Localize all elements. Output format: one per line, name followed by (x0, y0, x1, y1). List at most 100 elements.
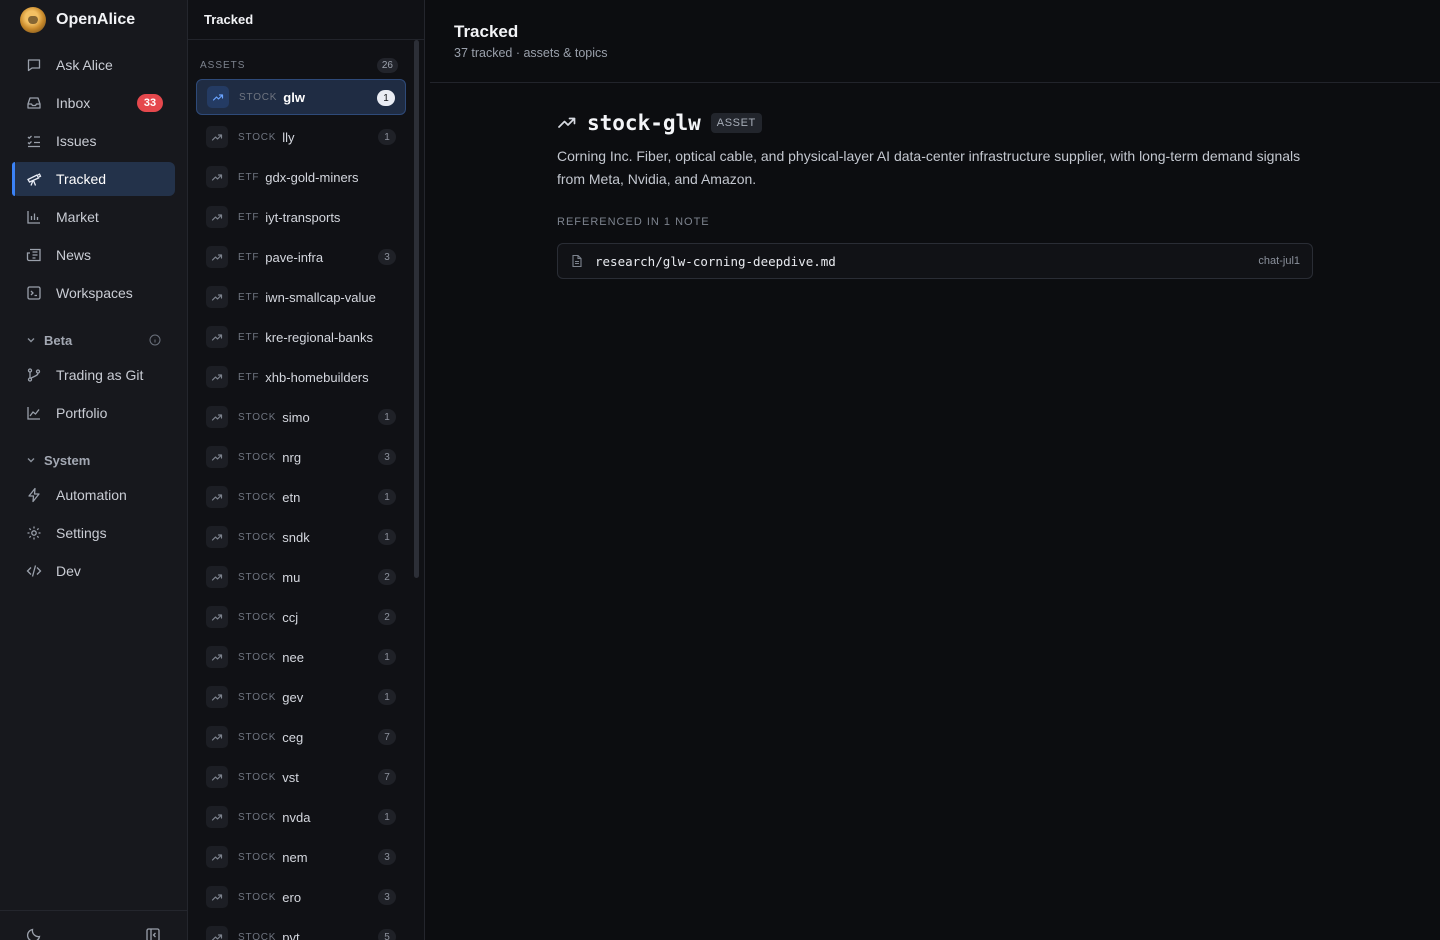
sidebar-nav: OpenAlice Ask Alice Inbox 33 Issues Trac… (0, 0, 188, 940)
note-count-badge: 7 (378, 729, 396, 745)
trending-up-icon (206, 126, 228, 148)
asset-row[interactable]: STOCK pvt 5 (196, 919, 406, 940)
nav-item-ask-alice[interactable]: Ask Alice (12, 48, 175, 82)
asset-row[interactable]: STOCK ceg 7 (196, 719, 406, 755)
asset-row[interactable]: STOCK ero 3 (196, 879, 406, 915)
nav-item-tracked[interactable]: Tracked (12, 162, 175, 196)
nav-item-label: Portfolio (56, 405, 108, 421)
asset-row[interactable]: STOCK nem 3 (196, 839, 406, 875)
asset-row[interactable]: ETF iwn-smallcap-value (196, 279, 406, 315)
nav-item-portfolio[interactable]: Portfolio (12, 396, 175, 430)
asset-kind: STOCK (238, 411, 277, 423)
asset-kind: ETF (238, 171, 260, 183)
asset-kind: STOCK (238, 571, 277, 583)
asset-symbol: ero (282, 889, 302, 905)
divider (188, 39, 424, 40)
trending-up-icon (206, 286, 228, 308)
nav-item-market[interactable]: Market (12, 200, 175, 234)
asset-symbol: nrg (282, 449, 302, 465)
asset-kind: STOCK (238, 931, 277, 940)
asset-symbol: kre-regional-banks (265, 329, 373, 345)
note-reference[interactable]: research/glw-corning-deepdive.md chat-ju… (557, 243, 1313, 279)
asset-kind: STOCK (238, 451, 277, 463)
asset-symbol: nvda (282, 809, 311, 825)
trending-up-icon (206, 246, 228, 268)
beta-section-toggle[interactable]: Beta (26, 330, 161, 350)
nav-item-label: Settings (56, 525, 107, 541)
asset-kind: STOCK (238, 731, 277, 743)
asset-kind: STOCK (239, 91, 278, 103)
list-panel-title: Tracked (204, 12, 254, 27)
nav-item-dev[interactable]: Dev (12, 554, 175, 588)
asset-row[interactable]: ETF gdx-gold-miners (196, 159, 406, 195)
chevron-down-icon (27, 458, 35, 463)
asset-row[interactable]: STOCK mu 2 (196, 559, 406, 595)
nav-item-label: Tracked (56, 171, 107, 187)
nav-item-news[interactable]: News (12, 238, 175, 272)
note-source: chat-jul1 (1258, 255, 1300, 267)
nav-item-inbox[interactable]: Inbox 33 (12, 86, 175, 120)
trending-up-icon (206, 366, 228, 388)
collapse-sidebar-icon[interactable] (145, 927, 161, 940)
asset-symbol: ceg (282, 729, 304, 745)
brand[interactable]: OpenAlice (20, 6, 135, 34)
asset-row[interactable]: STOCK vst 7 (196, 759, 406, 795)
trending-up-icon (206, 806, 228, 828)
note-count-badge: 1 (377, 90, 395, 106)
note-count-badge: 1 (378, 409, 396, 425)
asset-type-tag: ASSET (710, 113, 762, 133)
list-checks-icon (27, 135, 40, 148)
asset-row[interactable]: STOCK simo 1 (196, 399, 406, 435)
nav-item-label: Issues (56, 133, 97, 149)
nav-item-label: Automation (56, 487, 127, 503)
info-icon[interactable] (149, 334, 161, 346)
chevron-down-icon (27, 338, 35, 343)
asset-row[interactable]: STOCK gev 1 (196, 679, 406, 715)
asset-symbol: simo (282, 409, 310, 425)
list-scrollbar[interactable] (414, 40, 419, 578)
asset-row[interactable]: ETF pave-infra 3 (196, 239, 406, 275)
asset-row[interactable]: STOCK nrg 3 (196, 439, 406, 475)
moon-icon[interactable] (26, 927, 42, 940)
asset-kind: STOCK (238, 131, 277, 143)
asset-symbol: ccj (282, 609, 299, 625)
note-count-badge: 2 (378, 569, 396, 585)
asset-row[interactable]: STOCK nvda 1 (196, 799, 406, 835)
system-section-toggle[interactable]: System (26, 450, 161, 470)
asset-symbol: pvt (282, 929, 300, 940)
nav-item-issues[interactable]: Issues (12, 124, 175, 158)
note-count-badge: 2 (378, 609, 396, 625)
asset-symbol: vst (282, 769, 299, 785)
asset-row[interactable]: STOCK ccj 2 (196, 599, 406, 635)
inbox-count-badge: 33 (137, 94, 163, 112)
nav-item-workspaces[interactable]: Workspaces (12, 276, 175, 310)
file-text-icon (572, 254, 582, 268)
asset-description: Corning Inc. Fiber, optical cable, and p… (557, 148, 1301, 187)
main-content: Tracked 37 tracked · assets & topics sto… (426, 0, 1440, 940)
asset-row[interactable]: STOCK etn 1 (196, 479, 406, 515)
asset-row[interactable]: STOCK lly 1 (196, 119, 406, 155)
page-subtitle: 37 tracked · assets & topics (454, 46, 608, 60)
nav-item-label: Trading as Git (56, 367, 144, 383)
asset-row[interactable]: STOCK glw 1 (196, 79, 406, 115)
asset-row[interactable]: STOCK sndk 1 (196, 519, 406, 555)
asset-row[interactable]: ETF iyt-transports (196, 199, 406, 235)
asset-row[interactable]: STOCK nee 1 (196, 639, 406, 675)
assets-group-header: ASSETS 26 (200, 57, 398, 73)
asset-symbol: nee (282, 649, 304, 665)
nav-item-automation[interactable]: Automation (12, 478, 175, 512)
note-count-badge: 7 (378, 769, 396, 785)
divider (430, 82, 1440, 83)
asset-kind: STOCK (238, 851, 277, 863)
gear-icon (27, 526, 41, 540)
asset-symbol: xhb-homebuilders (265, 369, 369, 385)
asset-row[interactable]: ETF xhb-homebuilders (196, 359, 406, 395)
note-count-badge: 5 (378, 929, 396, 940)
nav-item-trading-as-git[interactable]: Trading as Git (12, 358, 175, 392)
nav-item-settings[interactable]: Settings (12, 516, 175, 550)
beta-section-title: Beta (44, 332, 73, 348)
trending-up-icon (207, 86, 229, 108)
trending-up-icon (206, 886, 228, 908)
asset-row[interactable]: ETF kre-regional-banks (196, 319, 406, 355)
asset-symbol: iwn-smallcap-value (265, 289, 376, 305)
